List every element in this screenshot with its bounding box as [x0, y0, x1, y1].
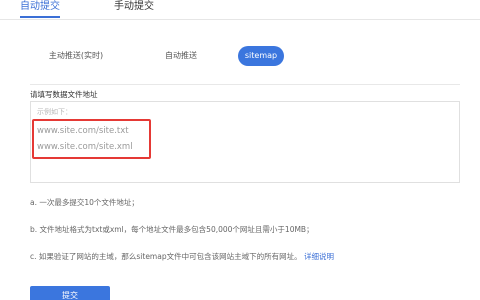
- tab-auto-submit[interactable]: 自动提交: [20, 0, 60, 18]
- highlight-box: [32, 119, 151, 159]
- note-a: a. 一次最多提交10个文件地址；: [30, 198, 139, 207]
- note-c-text: c. 如果验证了网站的主域，那么sitemap文件中可包含该网站主域下的所有网址…: [30, 252, 302, 261]
- tab-auto-submit-label: 自动提交: [20, 1, 60, 12]
- note-c: c. 如果验证了网站的主域，那么sitemap文件中可包含该网站主域下的所有网址…: [30, 251, 334, 262]
- active-tab-underline: [20, 16, 60, 18]
- submit-button[interactable]: 提交: [30, 286, 110, 300]
- example-url-xml: www.site.com/site.xml: [37, 142, 133, 152]
- details-link[interactable]: 详细说明: [304, 252, 334, 261]
- sitemap-submit-page: 自动提交 手动提交 主动推送(实时) 自动推送 sitemap 请填写数据文件地…: [0, 0, 480, 300]
- placeholder-hint: 示例如下：: [37, 108, 72, 116]
- top-tabs: 自动提交 手动提交: [0, 0, 480, 20]
- tab-manual-submit-label: 手动提交: [114, 1, 154, 12]
- sitemap-url-textarea[interactable]: 示例如下： www.site.com/site.txt www.site.com…: [30, 101, 460, 183]
- tab-manual-submit[interactable]: 手动提交: [114, 0, 154, 18]
- subtab-sitemap[interactable]: sitemap: [238, 46, 284, 66]
- subtab-auto-push[interactable]: 自动推送: [156, 46, 206, 66]
- note-b: b. 文件地址格式为txt或xml，每个地址文件最多包含50,000个网址且需小…: [30, 225, 314, 234]
- data-file-address-label: 请填写数据文件地址: [30, 90, 98, 99]
- top-tabs-divider: [0, 19, 480, 20]
- section-divider: [30, 84, 460, 85]
- example-url-txt: www.site.com/site.txt: [37, 126, 129, 136]
- subtab-active-push[interactable]: 主动推送(实时): [46, 46, 106, 66]
